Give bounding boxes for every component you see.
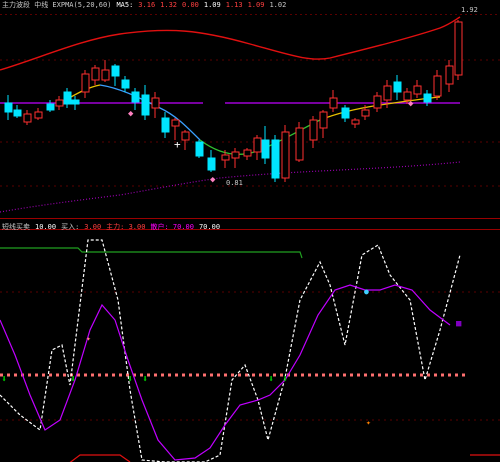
signal-marker-icon: ■ xyxy=(456,319,462,329)
indicator-value: 1.13 xyxy=(225,1,243,9)
candle-body xyxy=(309,119,318,141)
candle-body xyxy=(413,85,422,95)
candle-body xyxy=(329,97,338,109)
candle-body xyxy=(161,117,170,133)
candle-body xyxy=(393,81,402,93)
candle-body xyxy=(373,95,382,109)
candle-body xyxy=(141,94,150,116)
candle-body xyxy=(231,151,240,159)
lower-panel-indicator-header: 短线买卖 10.00 买入: 3.00 主力: 3.00 散户: 70.00 70.00 xyxy=(2,223,225,231)
candle-body xyxy=(71,99,80,105)
min-price-label: 0.81 xyxy=(226,179,243,187)
indicator-value: 1.09 xyxy=(247,1,265,9)
candle-body xyxy=(361,109,370,117)
signal-marker-icon: ● xyxy=(364,287,369,296)
candle-body xyxy=(454,21,463,76)
indicator-value: 0.00 xyxy=(182,1,199,9)
candle-body xyxy=(171,119,180,127)
candle-body xyxy=(13,109,22,117)
indicator-value: 1.02 xyxy=(269,1,287,9)
candle-body xyxy=(23,113,32,123)
candle-body xyxy=(423,93,432,103)
buy-arrow-icon: ⬇ xyxy=(127,374,133,385)
candle-body xyxy=(253,137,262,153)
candle-body xyxy=(101,69,110,81)
candle-body xyxy=(383,85,392,101)
cursor-crosshair-icon: + xyxy=(174,138,181,151)
candle-body xyxy=(243,149,252,157)
buy-arrow-icon: ⬇ xyxy=(268,374,274,385)
candle-body xyxy=(319,111,328,129)
oscillator-value: 买入: xyxy=(61,223,80,231)
indicator-value: 1.32 xyxy=(160,1,178,9)
candle-body xyxy=(351,119,360,125)
buy-arrow-icon: ⬇ xyxy=(1,374,7,385)
oscillator-value: 散户: 70.00 xyxy=(150,223,194,231)
candle-body xyxy=(34,111,43,119)
candle-body xyxy=(281,131,290,179)
candle-body xyxy=(181,131,190,141)
buy-arrow-icon: ⬇ xyxy=(282,374,288,385)
candle-body xyxy=(151,97,160,109)
candle-body xyxy=(207,157,216,171)
candle-body xyxy=(121,79,130,89)
candle-body xyxy=(433,75,442,97)
sell-marker-icon: ◆ xyxy=(210,175,216,185)
chart-background xyxy=(0,0,500,462)
sell-marker-icon: ◆ xyxy=(408,99,414,109)
indicator-value: 主力波段 中线 EXPMA(5,20,60) xyxy=(2,1,112,9)
max-price-label: 1.92 xyxy=(461,6,478,14)
signal-marker-icon: ✦ xyxy=(366,418,371,427)
candle-body xyxy=(81,73,90,93)
candle-body xyxy=(55,99,64,107)
candle-body xyxy=(341,107,350,119)
indicator-value: 1.09 xyxy=(203,1,221,9)
oscillator-value: 主力: 3.00 xyxy=(106,223,146,231)
candle-body xyxy=(445,65,454,85)
candle-body xyxy=(91,67,100,81)
indicator-value: MA5: xyxy=(116,1,134,9)
signal-marker-icon: ✦ xyxy=(86,334,91,343)
upper-panel-indicator-header: 主力波段 中线 EXPMA(5,20,60) MA5: 3.16 1.32 0.00 1.… xyxy=(2,1,291,9)
candle-body xyxy=(63,91,72,105)
oscillator-value: 短线买卖 xyxy=(2,223,30,231)
candle-body xyxy=(46,103,55,111)
candle-body xyxy=(295,127,304,161)
oscillator-value: 10.00 xyxy=(35,223,57,231)
candle-body xyxy=(271,139,280,179)
candle-body xyxy=(261,139,270,159)
candle-body xyxy=(131,91,140,103)
buy-arrow-icon: ⬇ xyxy=(70,374,76,385)
sell-marker-icon: ◆ xyxy=(128,109,134,119)
candle-body xyxy=(221,154,230,161)
candle-body xyxy=(195,141,204,157)
indicator-value: 3.16 xyxy=(138,1,156,9)
candle-body xyxy=(111,65,120,77)
oscillator-value: 3.00 xyxy=(84,223,102,231)
stock-chart-canvas[interactable]: ◆ ◆ ◆ + 1.92 0.81 ⬇ ⬇ ⬇ ⬇ ⬇ ⬇ ● ■ ✦ ✦ xyxy=(0,0,500,462)
oscillator-value: 70.00 xyxy=(198,223,221,231)
candle-body xyxy=(4,102,13,113)
buy-arrow-icon: ⬇ xyxy=(142,374,148,385)
